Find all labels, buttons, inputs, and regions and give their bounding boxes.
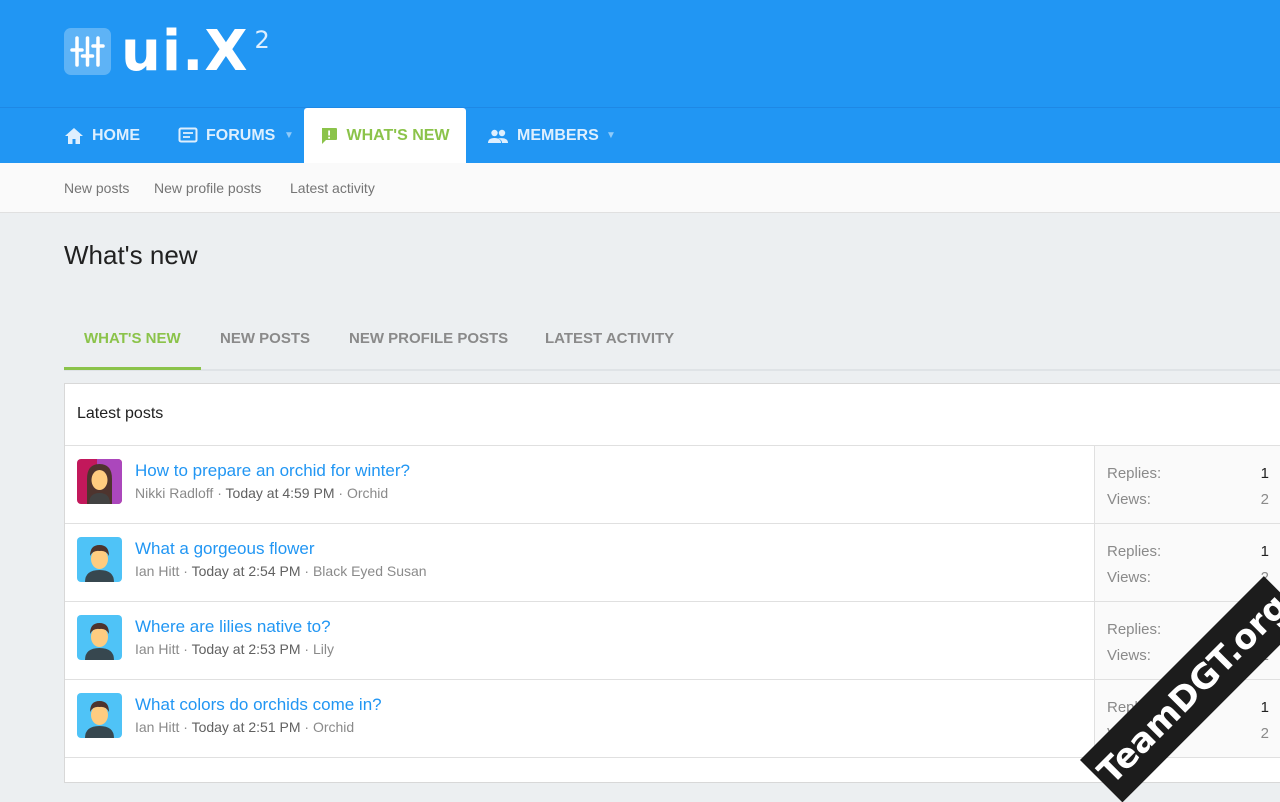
content-tabs: WHAT'S NEW NEW POSTS NEW PROFILE POSTS L… xyxy=(64,310,1280,371)
male-avatar-icon xyxy=(77,615,122,660)
views-label: Views: xyxy=(1107,647,1151,664)
post-meta: Ian Hitt · Today at 2:54 PM · Black Eyed… xyxy=(135,563,427,579)
post-main: How to prepare an orchid for winter? Nik… xyxy=(65,446,1095,523)
nav-members-label: MEMBERS xyxy=(517,126,599,144)
tab-latest-activity[interactable]: LATEST ACTIVITY xyxy=(545,330,674,347)
replies-count: 1 xyxy=(1260,543,1269,560)
forums-chevron-down-icon[interactable]: ▼ xyxy=(284,130,294,141)
views-count: 2 xyxy=(1260,725,1269,742)
tab-new-profile-posts[interactable]: NEW PROFILE POSTS xyxy=(349,330,508,347)
post-forum[interactable]: Lily xyxy=(313,641,334,657)
post-meta: Ian Hitt · Today at 2:51 PM · Orchid xyxy=(135,719,355,735)
post-main: What colors do orchids come in? Ian Hitt… xyxy=(65,680,1095,757)
sub-nav: New posts New profile posts Latest activ… xyxy=(0,163,1280,213)
list-item: What a gorgeous flower Ian Hitt · Today … xyxy=(65,524,1280,602)
post-time[interactable]: Today at 4:59 PM xyxy=(226,485,335,501)
site-header: ui.X 2 xyxy=(0,0,1280,107)
post-meta: Ian Hitt · Today at 2:53 PM · Lily xyxy=(135,641,334,657)
replies-label: Replies: xyxy=(1107,465,1162,482)
male-avatar-icon xyxy=(77,537,122,582)
post-main: What a gorgeous flower Ian Hitt · Today … xyxy=(65,524,1095,601)
avatar[interactable] xyxy=(77,615,122,660)
post-forum[interactable]: Black Eyed Susan xyxy=(313,563,427,579)
views-label: Views: xyxy=(1107,491,1151,508)
nav-forums-label: FORUMS xyxy=(206,126,276,144)
avatar[interactable] xyxy=(77,459,122,504)
post-forum[interactable]: Orchid xyxy=(313,719,354,735)
home-icon xyxy=(65,127,83,144)
list-item: How to prepare an orchid for winter? Nik… xyxy=(65,446,1280,524)
post-title[interactable]: What a gorgeous flower xyxy=(135,539,315,559)
female-avatar-icon xyxy=(77,459,122,504)
latest-posts-block: Latest posts How to prepare an orchid fo… xyxy=(64,383,1280,783)
tab-whats-new[interactable]: WHAT'S NEW xyxy=(84,330,181,347)
subnav-latest-activity[interactable]: Latest activity xyxy=(290,180,375,196)
tab-new-posts[interactable]: NEW POSTS xyxy=(220,330,310,347)
post-stats: Replies: 1 Views: 2 xyxy=(1095,446,1280,523)
logo-text: ui.X xyxy=(121,19,249,84)
page-title: What's new xyxy=(64,240,198,270)
site-logo[interactable]: ui.X 2 xyxy=(64,19,270,84)
forum-icon xyxy=(178,127,198,142)
post-author[interactable]: Ian Hitt xyxy=(135,563,179,579)
active-tab-indicator xyxy=(64,367,201,370)
nav-forums[interactable]: FORUMS xyxy=(178,108,275,163)
post-meta: Nikki Radloff · Today at 4:59 PM · Orchi… xyxy=(135,485,389,501)
members-chevron-down-icon[interactable]: ▼ xyxy=(606,130,616,141)
views-count: 2 xyxy=(1260,491,1269,508)
post-title[interactable]: What colors do orchids come in? xyxy=(135,695,382,715)
nav-home-label: HOME xyxy=(92,126,140,144)
post-title[interactable]: How to prepare an orchid for winter? xyxy=(135,461,410,481)
nav-home[interactable]: HOME xyxy=(64,108,140,163)
subnav-new-profile-posts[interactable]: New profile posts xyxy=(154,180,261,196)
list-item: Where are lilies native to? Ian Hitt · T… xyxy=(65,602,1280,680)
nav-whats-new-label: WHAT'S NEW xyxy=(346,127,450,144)
replies-label: Replies: xyxy=(1107,543,1162,560)
nav-whats-new[interactable]: WHAT'S NEW xyxy=(304,108,466,164)
post-author[interactable]: Ian Hitt xyxy=(135,641,179,657)
post-title[interactable]: Where are lilies native to? xyxy=(135,617,331,637)
post-time[interactable]: Today at 2:51 PM xyxy=(192,719,301,735)
members-icon xyxy=(488,129,508,143)
post-main: Where are lilies native to? Ian Hitt · T… xyxy=(65,602,1095,679)
avatar[interactable] xyxy=(77,537,122,582)
alert-message-icon xyxy=(322,128,338,144)
block-title: Latest posts xyxy=(65,384,1280,446)
nav-members[interactable]: MEMBERS xyxy=(487,108,599,163)
post-author[interactable]: Ian Hitt xyxy=(135,719,179,735)
views-label: Views: xyxy=(1107,569,1151,586)
avatar[interactable] xyxy=(77,693,122,738)
male-avatar-icon xyxy=(77,693,122,738)
replies-label: Replies: xyxy=(1107,621,1162,638)
logo-superscript: 2 xyxy=(254,26,270,54)
replies-count: 1 xyxy=(1260,465,1269,482)
main-nav: HOME FORUMS ▼ WHAT'S NEW MEMBERS ▼ xyxy=(0,107,1280,164)
subnav-new-posts[interactable]: New posts xyxy=(64,180,129,196)
replies-count: 1 xyxy=(1260,699,1269,716)
post-forum[interactable]: Orchid xyxy=(347,485,388,501)
post-time[interactable]: Today at 2:53 PM xyxy=(192,641,301,657)
post-author[interactable]: Nikki Radloff xyxy=(135,485,213,501)
sliders-icon xyxy=(64,28,111,75)
post-time[interactable]: Today at 2:54 PM xyxy=(192,563,301,579)
